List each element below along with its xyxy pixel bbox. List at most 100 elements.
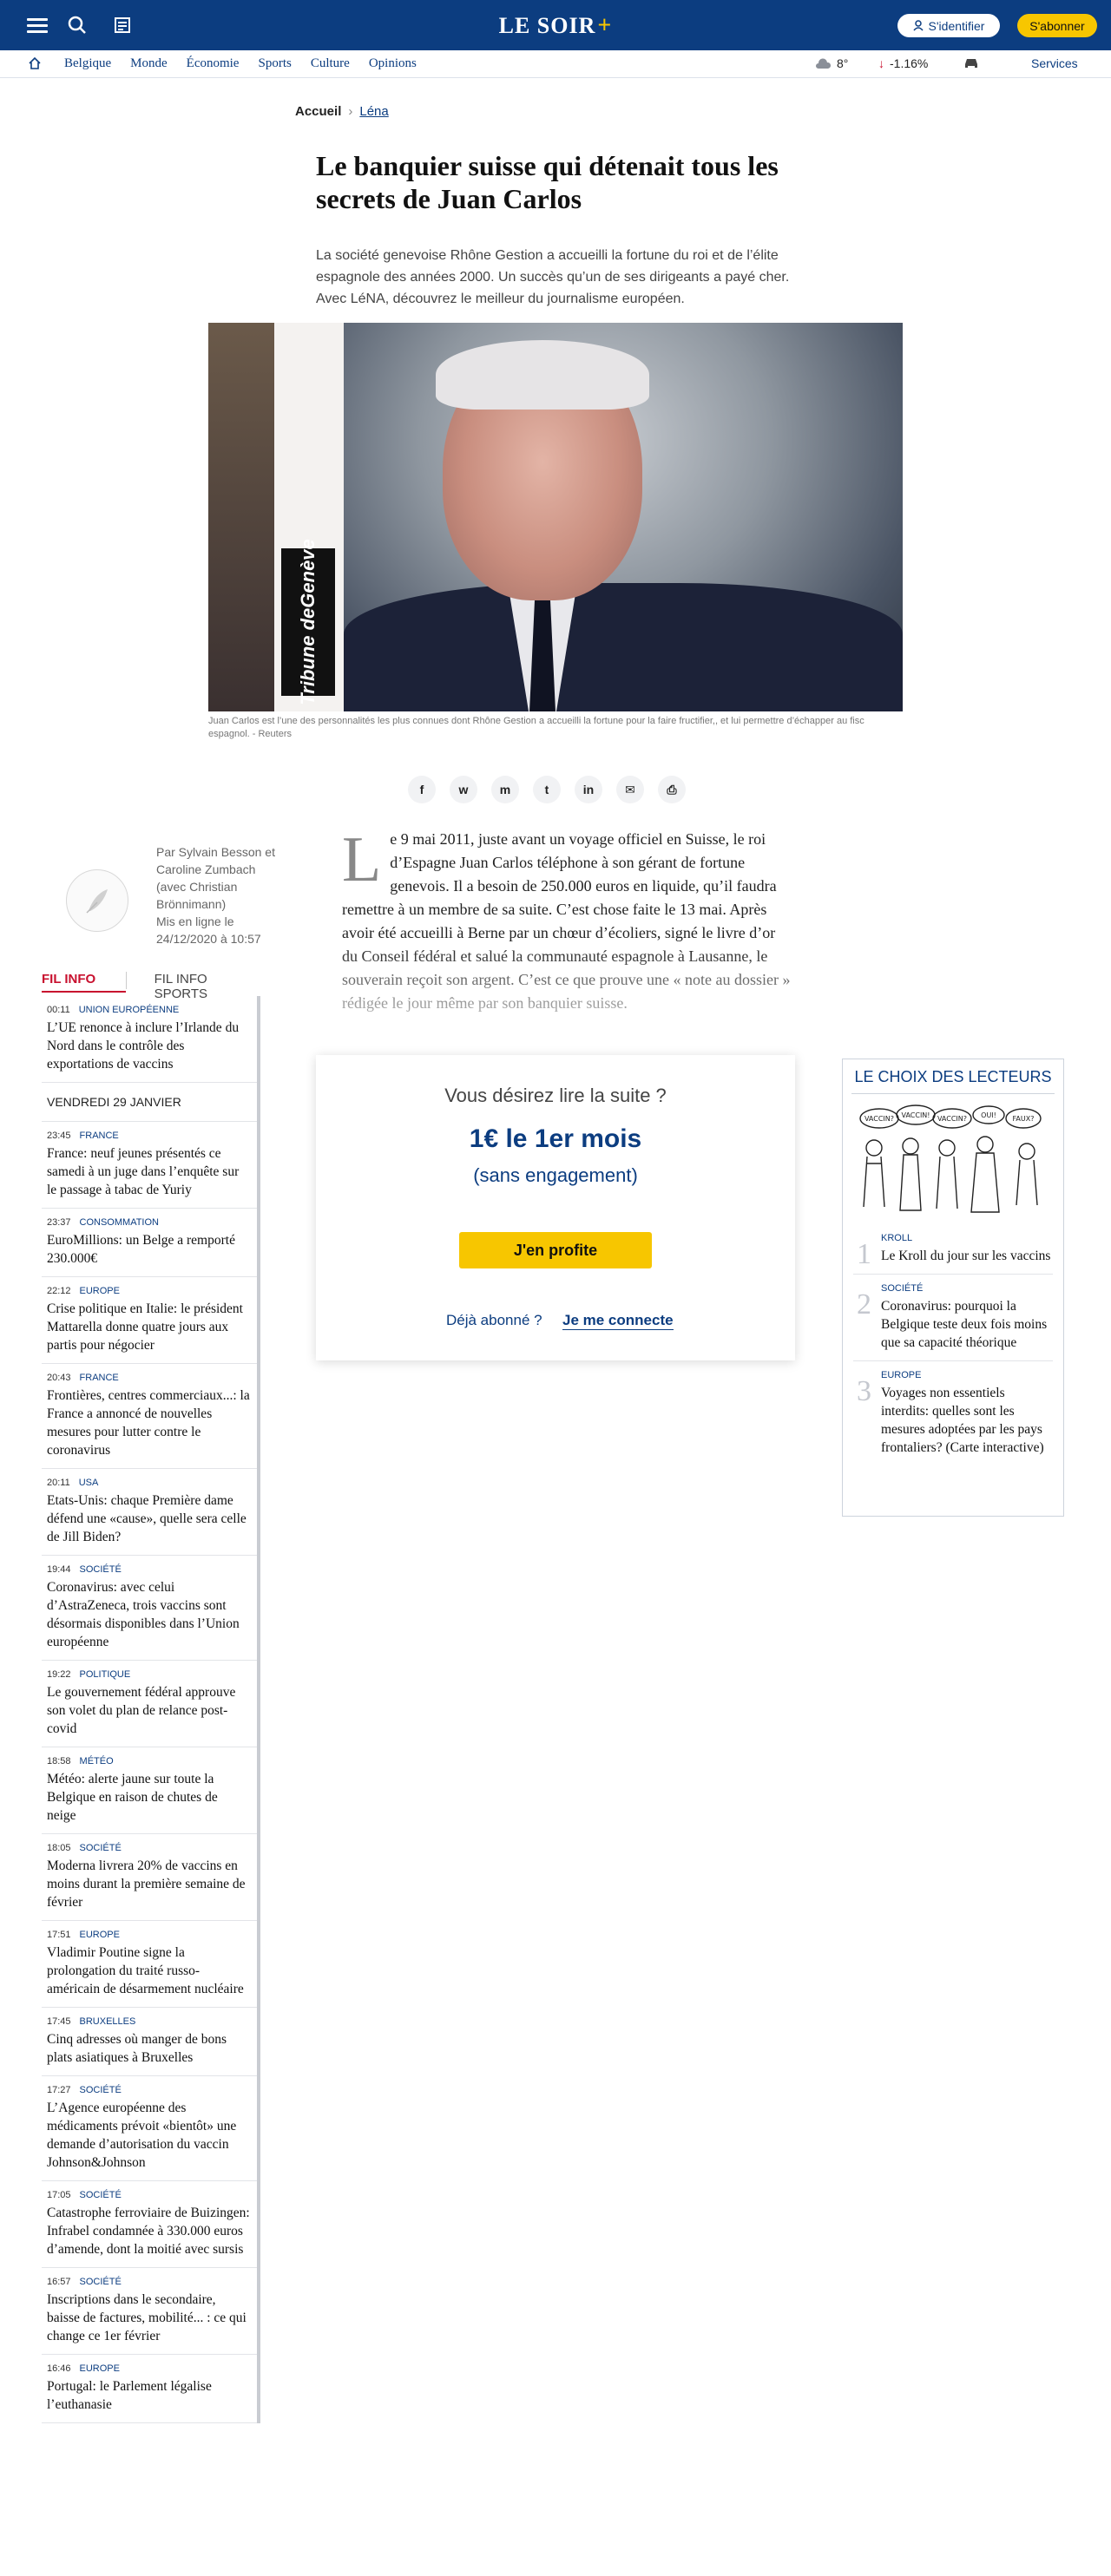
list-item[interactable]: 17:51 EUROPE Vladimir Poutine signe la pro… xyxy=(42,1921,257,2008)
readers-choice-box: LE CHOIX DES LECTEURS VACCIN? VACCIN! VA… xyxy=(842,1059,1064,1517)
messenger-icon[interactable]: m xyxy=(491,776,519,803)
list-item[interactable]: 19:44 SOCIÉTÉ Coronavirus: avec celui d’As… xyxy=(42,1556,257,1661)
list-item[interactable]: 00:11 UNION EUROPÉENNE L’UE renonce à inc… xyxy=(42,996,257,1083)
car-icon[interactable] xyxy=(963,56,979,73)
news-time: 20:11 xyxy=(47,1478,70,1488)
news-category: FRANCE xyxy=(79,1373,119,1383)
paywall-box: Vous désirez lire la suite ? 1€ le 1er m… xyxy=(316,1055,795,1360)
nav-monde[interactable]: Monde xyxy=(130,56,168,71)
svg-text:VACCIN?: VACCIN? xyxy=(937,1115,967,1123)
print-icon[interactable]: ⎙ xyxy=(658,776,686,803)
list-item[interactable]: 17:45 BRUXELLES Cinq adresses où manger de… xyxy=(42,2008,257,2076)
news-time: 17:05 xyxy=(47,2190,71,2200)
list-item[interactable]: 19:22 POLITIQUE Le gouvernement fédéral ap… xyxy=(42,1661,257,1747)
hero-image: Tribune deGenève xyxy=(208,323,903,711)
breadcrumb: Accueil › Léna xyxy=(295,104,389,119)
image-caption: Juan Carlos est l’une des personnalités … xyxy=(208,716,864,739)
nav-opinions[interactable]: Opinions xyxy=(369,56,417,71)
list-item[interactable]: 16:57 SOCIÉTÉ Inscriptions dans le seconda… xyxy=(42,2268,257,2355)
news-title: Portugal: le Parlement légalise l’euthan… xyxy=(47,2379,212,2412)
dropcap: L xyxy=(342,824,382,895)
news-time: 16:46 xyxy=(47,2363,71,2374)
readers-choice-item[interactable]: 3 EUROPE Voyages non essentiels interdit… xyxy=(853,1361,1053,1465)
news-title: Catastrophe ferroviaire de Buizingen: In… xyxy=(47,2206,250,2257)
list-item[interactable]: 17:27 SOCIÉTÉ L’Agence européenne des médi… xyxy=(42,2076,257,2181)
nav-belgique[interactable]: Belgique xyxy=(64,56,111,71)
news-category: POLITIQUE xyxy=(79,1669,131,1680)
author-avatar-feather-icon xyxy=(66,869,128,932)
subscribe-offer-button[interactable]: J'en profite xyxy=(459,1232,652,1268)
twitter-icon[interactable]: t xyxy=(533,776,561,803)
news-category: EUROPE xyxy=(79,1930,120,1940)
list-item[interactable]: 20:43 FRANCE Frontières, centres commercia… xyxy=(42,1364,257,1469)
news-title: L’Agence européenne des médicaments prév… xyxy=(47,2101,237,2170)
list-item[interactable]: 23:45 FRANCE France: neuf jeunes présentés… xyxy=(42,1122,257,1209)
already-subscribed-label: Déjà abonné ? xyxy=(446,1312,542,1328)
news-time: 18:05 xyxy=(47,1843,71,1853)
news-title: Etats-Unis: chaque Première dame défend … xyxy=(47,1493,247,1544)
nav-culture[interactable]: Culture xyxy=(311,56,350,71)
news-time: 18:58 xyxy=(47,1756,71,1766)
list-item[interactable]: 23:37 CONSOMMATION EuroMillions: un Belge … xyxy=(42,1209,257,1277)
paywall-question: Vous désirez lire la suite ? xyxy=(444,1085,667,1106)
news-title: Météo: alerte jaune sur toute la Belgiqu… xyxy=(47,1772,218,1823)
news-time: 17:45 xyxy=(47,2016,71,2027)
services-link[interactable]: Services xyxy=(1031,56,1078,70)
news-title: Cinq adresses où manger de bons plats as… xyxy=(47,2032,227,2065)
author-names: Par Sylvain Besson et Caroline Zumbach (… xyxy=(156,845,275,911)
tab-fil-info-sports[interactable]: FIL INFO SPORTS xyxy=(154,968,260,1001)
readers-choice-item[interactable]: 2 SOCIÉTÉ Coronavirus: pourquoi la Belgi… xyxy=(853,1275,1053,1361)
login-link[interactable]: Je me connecte xyxy=(562,1312,674,1330)
list-item[interactable]: 22:12 EUROPE Crise politique en Italie: le… xyxy=(42,1277,257,1364)
news-title: Moderna livrera 20% de vaccins en moins … xyxy=(47,1858,246,1910)
readers-choice-item[interactable]: 1 KROLL Le Kroll du jour sur les vaccins xyxy=(853,1224,1053,1275)
publish-date: Mis en ligne le 24/12/2020 à 10:57 xyxy=(156,914,261,946)
login-button[interactable]: S'identifier xyxy=(897,14,1000,37)
news-title: Inscriptions dans le secondaire, baisse … xyxy=(47,2292,247,2343)
news-time: 17:51 xyxy=(47,1930,71,1940)
list-item[interactable]: 16:46 EUROPE Portugal: le Parlement légali… xyxy=(42,2355,257,2423)
user-icon xyxy=(912,20,924,31)
chevron-right-icon: › xyxy=(348,104,353,119)
main-nav: Belgique Monde Économie Sports Culture O… xyxy=(0,50,1111,78)
fil-info-list[interactable]: 00:11 UNION EUROPÉENNE L’UE renonce à inc… xyxy=(42,996,260,2423)
news-category: SOCIÉTÉ xyxy=(79,2277,122,2287)
subscribe-button[interactable]: S'abonner xyxy=(1017,14,1097,37)
facebook-icon[interactable]: f xyxy=(408,776,436,803)
breadcrumb-current[interactable]: Léna xyxy=(359,104,388,119)
arrow-down-icon: ↓ xyxy=(878,56,884,70)
breadcrumb-home[interactable]: Accueil xyxy=(295,104,341,119)
news-title: Crise politique en Italie: le président … xyxy=(47,1301,243,1353)
email-icon[interactable]: ✉ xyxy=(616,776,644,803)
whatsapp-icon[interactable]: w xyxy=(450,776,477,803)
news-time: 20:43 xyxy=(47,1373,71,1383)
list-item[interactable]: 18:58 MÉTÉO Météo: alerte jaune sur toute … xyxy=(42,1747,257,1834)
news-title: France: neuf jeunes présentés ce samedi … xyxy=(47,1146,240,1197)
news-time: 19:44 xyxy=(47,1564,71,1575)
home-icon[interactable] xyxy=(28,56,42,75)
news-time: 23:37 xyxy=(47,1217,71,1228)
kroll-cartoon[interactable]: VACCIN? VACCIN! VACCIN? OUI! FAUX? xyxy=(857,1103,1049,1224)
news-category: EUROPE xyxy=(79,2363,120,2374)
news-title: Coronavirus: avec celui d’AstraZeneca, t… xyxy=(47,1580,240,1649)
news-category: BRUXELLES xyxy=(79,2016,136,2027)
news-category: SOCIÉTÉ xyxy=(79,1564,122,1575)
stock-widget[interactable]: ↓ -1.16% xyxy=(878,56,928,70)
list-item[interactable]: 18:05 SOCIÉTÉ Moderna livrera 20% de vacci… xyxy=(42,1834,257,1921)
nav-sports[interactable]: Sports xyxy=(258,56,291,71)
nav-economie[interactable]: Économie xyxy=(187,56,240,71)
news-title: Vladimir Poutine signe la prolongation d… xyxy=(47,1945,244,1996)
top-bar: LE SOIR+ S'identifier S'abonner xyxy=(0,0,1111,50)
news-category: SOCIÉTÉ xyxy=(79,2190,122,2200)
list-item[interactable]: 20:11 USA Etats-Unis: chaque Première dame… xyxy=(42,1469,257,1556)
weather-widget[interactable]: 8° xyxy=(814,56,848,70)
svg-text:VACCIN?: VACCIN? xyxy=(864,1115,894,1123)
news-category: USA xyxy=(78,1478,99,1488)
list-item[interactable]: 17:05 SOCIÉTÉ Catastrophe ferroviaire de B… xyxy=(42,2181,257,2268)
news-category: MÉTÉO xyxy=(79,1756,114,1766)
paywall-offer: 1€ le 1er mois xyxy=(469,1124,642,1153)
linkedin-icon[interactable]: in xyxy=(575,776,602,803)
tab-fil-info[interactable]: FIL INFO xyxy=(42,968,126,993)
news-time: 23:45 xyxy=(47,1131,71,1141)
day-separator: VENDREDI 29 JANVIER xyxy=(42,1083,257,1122)
